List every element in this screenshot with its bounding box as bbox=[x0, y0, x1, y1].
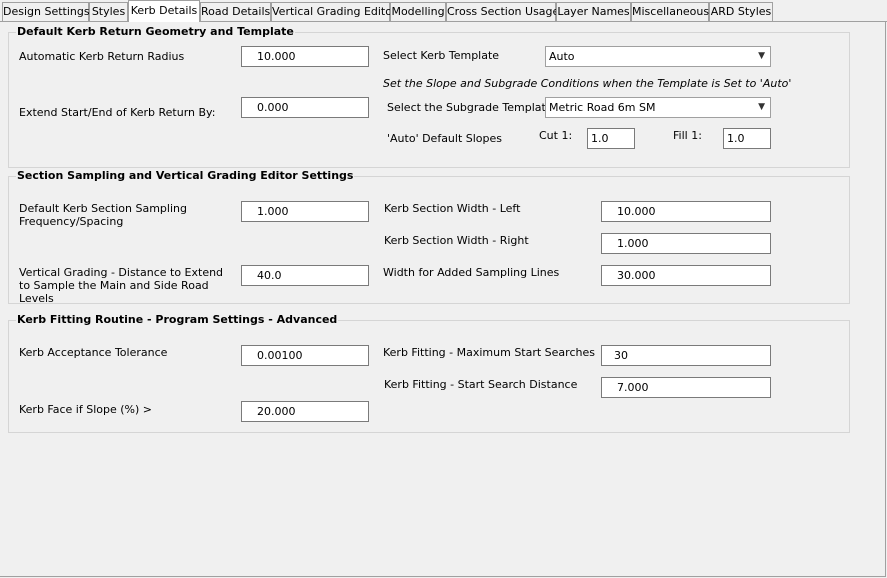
cut-label: Cut 1: bbox=[539, 129, 573, 142]
subgrade-template-select[interactable]: Metric Road 6m SM ▼ bbox=[545, 97, 771, 118]
kerb-width-right-input[interactable]: 1.000 bbox=[601, 233, 771, 254]
tab-styles[interactable]: Styles bbox=[89, 2, 128, 21]
kerb-face-slope-input[interactable]: 20.000 bbox=[241, 401, 369, 422]
chevron-down-icon[interactable]: ▼ bbox=[758, 98, 765, 117]
max-start-searches-input[interactable]: 30 bbox=[601, 345, 771, 366]
group3-title: Kerb Fitting Routine - Program Settings … bbox=[16, 313, 339, 326]
fill-slope-input[interactable]: 1.0 bbox=[723, 128, 771, 149]
tab-kerb-details[interactable]: Kerb Details bbox=[128, 0, 200, 22]
tab-design-settings[interactable]: Design Settings bbox=[2, 2, 90, 21]
kerb-return-radius-input[interactable]: 10.000 bbox=[241, 46, 369, 67]
start-search-distance-input[interactable]: 7.000 bbox=[601, 377, 771, 398]
subgrade-template-value: Metric Road 6m SM bbox=[549, 101, 656, 114]
kerb-width-left-label: Kerb Section Width - Left bbox=[384, 202, 521, 215]
tab-vertical-grading-editor[interactable]: Vertical Grading Editor bbox=[271, 2, 397, 21]
tab-road-details[interactable]: Road Details bbox=[200, 2, 271, 21]
kerb-tolerance-label: Kerb Acceptance Tolerance bbox=[19, 346, 168, 359]
tab-ard-styles[interactable]: ARD Styles bbox=[709, 2, 773, 21]
extend-kerb-return-label: Extend Start/End of Kerb Return By: bbox=[19, 106, 216, 119]
kerb-template-value: Auto bbox=[549, 50, 575, 63]
tab-layer-names[interactable]: Layer Names bbox=[556, 2, 631, 21]
fill-label: Fill 1: bbox=[673, 129, 702, 142]
sampling-frequency-label: Default Kerb Section Sampling Frequency/… bbox=[19, 202, 187, 228]
tab-cross-section-usage[interactable]: Cross Section Usage bbox=[446, 2, 559, 21]
added-sampling-width-label: Width for Added Sampling Lines bbox=[383, 266, 560, 279]
vertical-grading-distance-label: Vertical Grading - Distance to Extend to… bbox=[19, 266, 224, 305]
cut-slope-input[interactable]: 1.0 bbox=[587, 128, 635, 149]
kerb-width-right-label: Kerb Section Width - Right bbox=[384, 234, 529, 247]
kerb-face-slope-label: Kerb Face if Slope (%) > bbox=[19, 403, 152, 416]
kerb-return-radius-label: Automatic Kerb Return Radius bbox=[19, 50, 185, 63]
kerb-width-left-input[interactable]: 10.000 bbox=[601, 201, 771, 222]
group2-title: Section Sampling and Vertical Grading Ed… bbox=[16, 169, 355, 182]
vertical-grading-distance-input[interactable]: 40.0 bbox=[241, 265, 369, 286]
tab-modelling[interactable]: Modelling bbox=[390, 2, 446, 21]
tab-miscellaneous[interactable]: Miscellaneous bbox=[631, 2, 709, 21]
kerb-tolerance-input[interactable]: 0.00100 bbox=[241, 345, 369, 366]
added-sampling-width-input[interactable]: 30.000 bbox=[601, 265, 771, 286]
auto-template-note: Set the Slope and Subgrade Conditions wh… bbox=[383, 77, 792, 90]
kerb-template-label: Select Kerb Template bbox=[383, 49, 500, 62]
subgrade-template-label: Select the Subgrade Template bbox=[387, 101, 553, 114]
start-search-distance-label: Kerb Fitting - Start Search Distance bbox=[384, 378, 578, 391]
chevron-down-icon[interactable]: ▼ bbox=[758, 47, 765, 66]
kerb-template-select[interactable]: Auto ▼ bbox=[545, 46, 771, 67]
sampling-frequency-input[interactable]: 1.000 bbox=[241, 201, 369, 222]
extend-kerb-return-input[interactable]: 0.000 bbox=[241, 97, 369, 118]
group1-title: Default Kerb Return Geometry and Templat… bbox=[16, 25, 295, 38]
auto-default-slopes-label: 'Auto' Default Slopes bbox=[387, 132, 503, 145]
max-start-searches-label: Kerb Fitting - Maximum Start Searches bbox=[383, 346, 595, 359]
tab-bar: Design Settings Styles Kerb Details Road… bbox=[0, 0, 887, 22]
